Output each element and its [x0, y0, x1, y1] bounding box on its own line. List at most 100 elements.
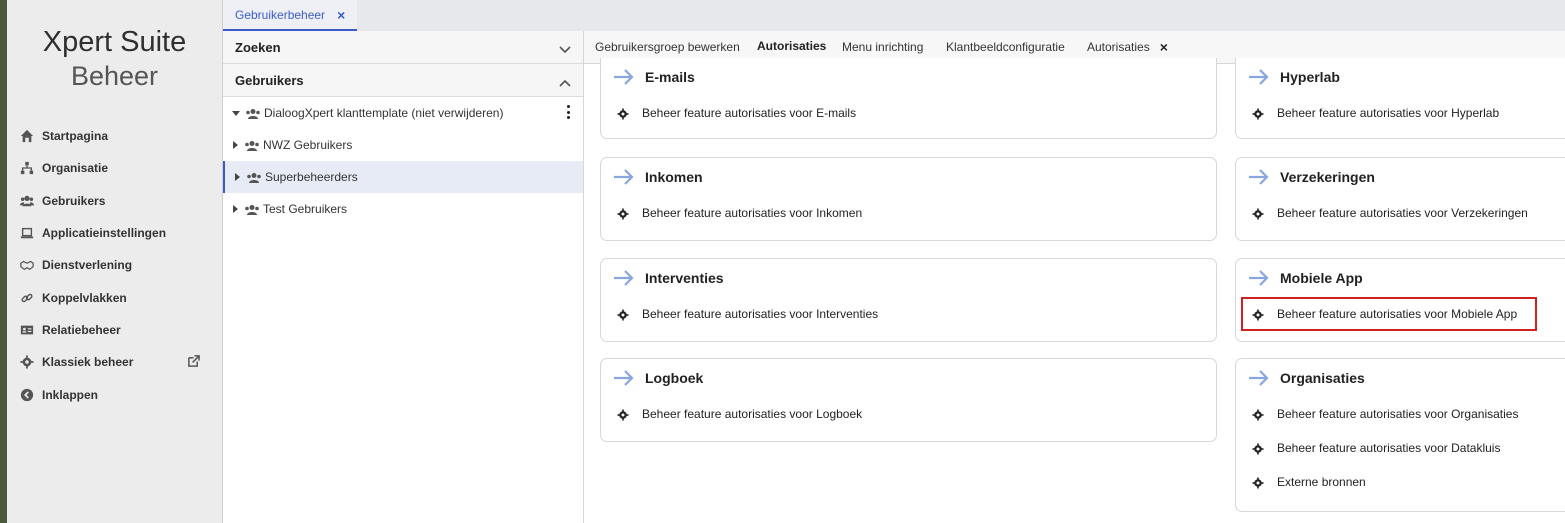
- feature-link[interactable]: Externe bronnen: [1236, 465, 1565, 499]
- tree-item-label: DialoogXpert klanttemplate (niet verwijd…: [264, 106, 504, 120]
- card-verzekeringen: Verzekeringen Beheer feature autorisatie…: [1235, 157, 1565, 241]
- chevron-up-icon: [559, 75, 571, 87]
- card-header[interactable]: Organisaties: [1236, 359, 1565, 397]
- sidebar-item-startpagina[interactable]: Startpagina: [7, 120, 222, 152]
- tab-label: Gebruikerbeheer: [235, 7, 326, 22]
- laptop-icon: [19, 226, 34, 241]
- feature-link[interactable]: Beheer feature autorisaties voor Hyperla…: [1236, 96, 1565, 130]
- sidebar-item-koppelvlakken[interactable]: Koppelvlakken: [7, 281, 222, 313]
- feature-link[interactable]: Beheer feature autorisaties voor Verzeke…: [1236, 196, 1565, 230]
- close-icon[interactable]: ×: [1160, 39, 1168, 55]
- sidebar-item-label: Organisatie: [42, 161, 109, 176]
- tab-gebruikerbeheer[interactable]: Gebruikerbeheer ×: [223, 0, 358, 31]
- tree-item-label: NWZ Gebruikers: [263, 138, 353, 152]
- tree-item-label: Test Gebruikers: [263, 202, 348, 216]
- sidebar-item-gebruikers[interactable]: Gebruikers: [7, 185, 222, 217]
- users-section-header[interactable]: Gebruikers: [223, 64, 583, 97]
- card-logboek: Logboek Beheer feature autorisaties voor…: [600, 358, 1217, 442]
- feature-link-label: Beheer feature autorisaties voor Organis…: [1277, 407, 1519, 421]
- gear-icon: [1252, 408, 1264, 421]
- sidebar-item-label: Applicatieinstellingen: [42, 226, 167, 241]
- feature-link-highlighted[interactable]: Beheer feature autorisaties voor Mobiele…: [1241, 297, 1537, 331]
- sidebar-item-relatiebeheer[interactable]: Relatiebeheer: [7, 314, 222, 346]
- feature-link-label: Beheer feature autorisaties voor Mobiele…: [1277, 307, 1518, 321]
- arrow-right-icon: [613, 270, 635, 286]
- gear-icon: [19, 355, 34, 370]
- home-icon: [19, 129, 34, 144]
- link-icon: [19, 290, 34, 305]
- caret-right-icon[interactable]: [233, 141, 238, 149]
- gear-icon: [617, 107, 629, 120]
- close-icon[interactable]: ×: [337, 7, 345, 23]
- sidebar: Xpert Suite Beheer Startpagina Organisat…: [7, 0, 223, 523]
- sidebar-item-klassiek-beheer[interactable]: Klassiek beheer: [7, 346, 222, 378]
- sidebar-item-label: Koppelvlakken: [42, 290, 127, 305]
- tree-item-group[interactable]: Test Gebruikers: [223, 193, 583, 225]
- gear-icon: [617, 207, 629, 220]
- users-icon: [246, 171, 262, 183]
- gear-icon: [1252, 308, 1264, 321]
- sidebar-item-organisatie[interactable]: Organisatie: [7, 152, 222, 184]
- caret-down-icon[interactable]: [232, 110, 240, 116]
- sitemap-icon: [19, 161, 34, 176]
- arrow-right-icon: [613, 69, 635, 85]
- feature-link[interactable]: Beheer feature autorisaties voor Logboek: [601, 397, 1216, 431]
- card-header[interactable]: Interventies: [601, 259, 1216, 297]
- search-section-header[interactable]: Zoeken: [223, 31, 583, 64]
- feature-link-label: Externe bronnen: [1277, 475, 1366, 489]
- card-organisaties: Organisaties Beheer feature autorisaties…: [1235, 358, 1565, 512]
- card-header[interactable]: E-mails: [601, 58, 1216, 96]
- tab-label: Autorisaties: [1087, 40, 1150, 54]
- feature-link[interactable]: Beheer feature autorisaties voor E-mails: [601, 96, 1216, 130]
- arrow-right-icon: [613, 370, 635, 386]
- card-header[interactable]: Hyperlab: [1236, 58, 1565, 96]
- tab-label: Autorisaties: [757, 39, 827, 53]
- id-card-icon: [19, 322, 34, 337]
- card-header[interactable]: Verzekeringen: [1236, 158, 1565, 196]
- top-tab-bar: Gebruikerbeheer ×: [223, 0, 1565, 32]
- sidebar-item-applicatieinstellingen[interactable]: Applicatieinstellingen: [7, 217, 222, 249]
- card-title: Logboek: [645, 370, 704, 386]
- authorization-content: Gebruikersgroep bewerken Autorisaties Me…: [584, 31, 1565, 523]
- card-header[interactable]: Inkomen: [601, 158, 1216, 196]
- sidebar-item-label: Relatiebeheer: [42, 322, 121, 337]
- app-title: Xpert Suite: [42, 26, 187, 58]
- feature-link[interactable]: Beheer feature autorisaties voor Dataklu…: [1236, 431, 1565, 465]
- card-header[interactable]: Logboek: [601, 359, 1216, 397]
- arrow-right-icon: [613, 169, 635, 185]
- sidebar-nav: Startpagina Organisatie Gebruikers Appli…: [7, 120, 222, 411]
- gear-icon: [1252, 442, 1264, 455]
- caret-right-icon[interactable]: [233, 205, 238, 213]
- card-title: Organisaties: [1280, 370, 1365, 386]
- tree-item-group-selected[interactable]: Superbeheerders: [223, 161, 583, 193]
- feature-link-label: Beheer feature autorisaties voor Dataklu…: [1277, 441, 1501, 455]
- caret-right-icon[interactable]: [235, 173, 240, 181]
- feature-link[interactable]: Beheer feature autorisaties voor Inkomen: [601, 196, 1216, 230]
- arrow-right-icon: [1248, 69, 1270, 85]
- sidebar-item-dienstverlening[interactable]: Dienstverlening: [7, 249, 222, 281]
- card-title: Interventies: [645, 270, 724, 286]
- gear-icon: [1252, 107, 1264, 120]
- arrow-right-icon: [1248, 270, 1270, 286]
- tree-item-group[interactable]: DialoogXpert klanttemplate (niet verwijd…: [223, 97, 583, 129]
- arrow-right-icon: [1248, 370, 1270, 386]
- feature-link-label: Beheer feature autorisaties voor Inkomen: [642, 206, 863, 220]
- sidebar-item-label: Klassiek beheer: [42, 355, 134, 370]
- card-title: Hyperlab: [1280, 69, 1340, 85]
- handshake-icon: [19, 258, 34, 273]
- sidebar-item-label: Startpagina: [42, 129, 109, 144]
- card-hyperlab: Hyperlab Beheer feature autorisaties voo…: [1235, 58, 1565, 139]
- sidebar-item-label: Gebruikers: [42, 193, 106, 208]
- sidebar-item-inklappen[interactable]: Inklappen: [7, 378, 222, 410]
- feature-link-label: Beheer feature autorisaties voor E-mails: [642, 106, 857, 120]
- users-icon: [244, 203, 260, 215]
- card-header[interactable]: Mobiele App: [1236, 259, 1565, 297]
- feature-link[interactable]: Beheer feature autorisaties voor Interve…: [601, 297, 1216, 331]
- tree-item-group[interactable]: NWZ Gebruikers: [223, 129, 583, 161]
- tree-item-label: Superbeheerders: [265, 170, 358, 184]
- external-link-icon[interactable]: [187, 355, 200, 368]
- feature-link[interactable]: Beheer feature autorisaties voor Organis…: [1236, 397, 1565, 431]
- more-options-icon[interactable]: [567, 105, 571, 119]
- chevron-left-circle-icon: [19, 387, 34, 402]
- card-title: E-mails: [645, 69, 695, 85]
